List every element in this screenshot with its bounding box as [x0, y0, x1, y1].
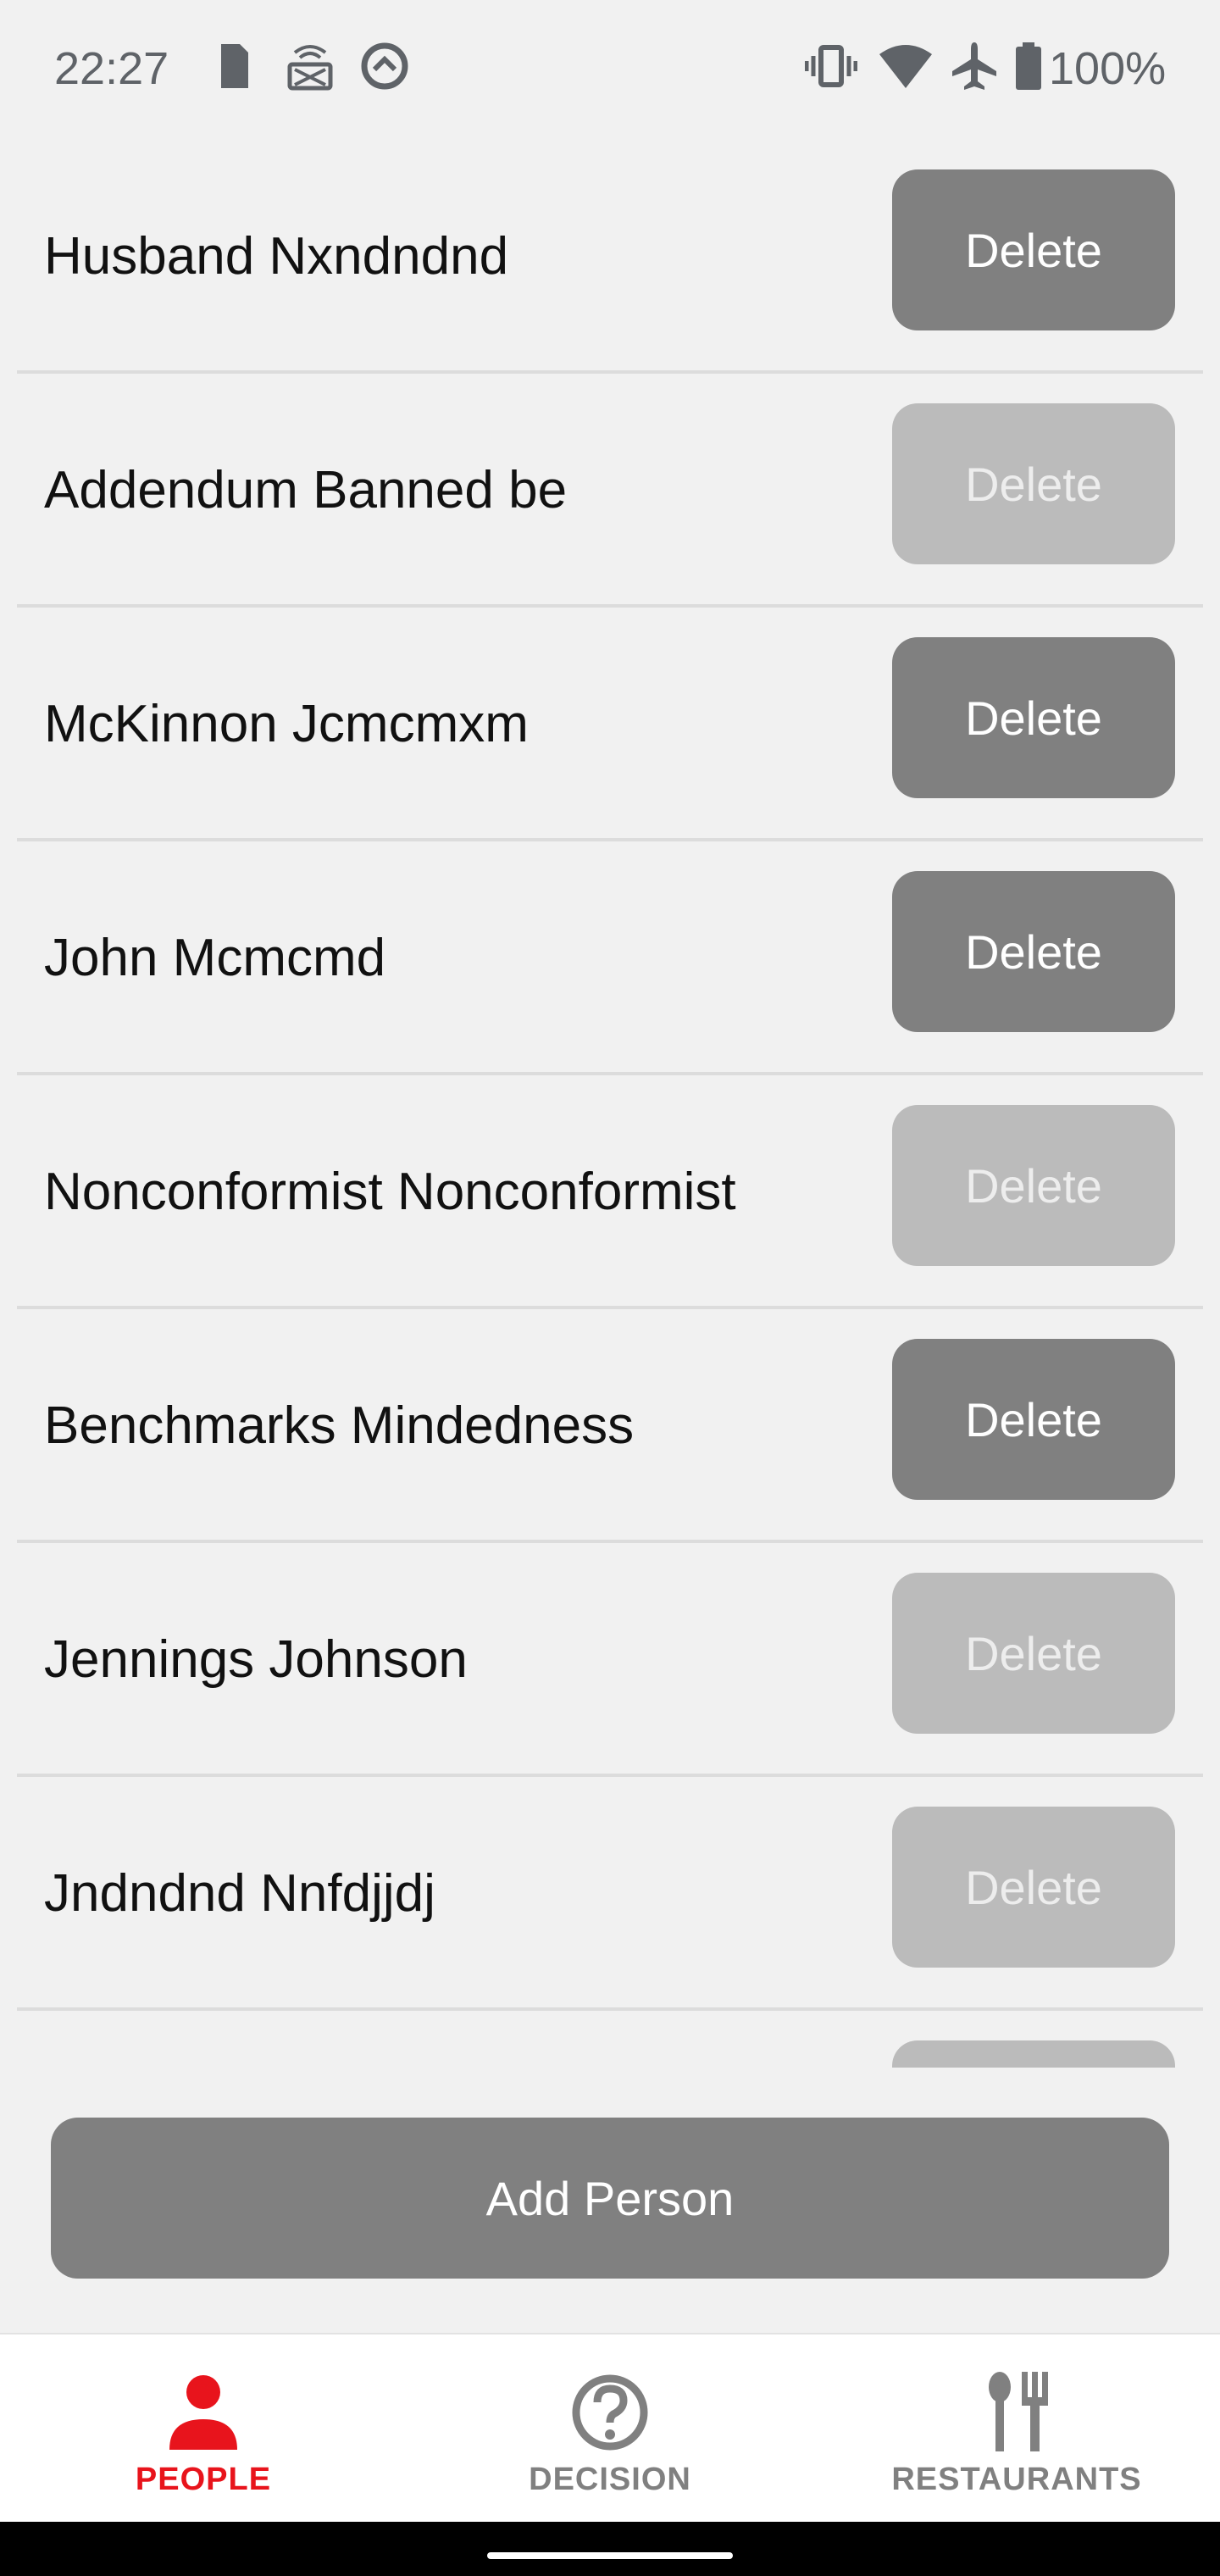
status-bar: 22:27 100% [0, 0, 1220, 140]
battery-percentage: 100% [1049, 43, 1167, 94]
person-name: Jndndnd Nnfdjjdj [44, 1864, 435, 1923]
home-gesture-handle[interactable] [487, 2552, 733, 2559]
delete-button[interactable] [892, 2040, 1175, 2068]
bottom-navigation: PEOPLE DECISION RESTAURANTS [0, 2333, 1220, 2523]
list-item: Jennings Johnson Delete [0, 1543, 1220, 1777]
nav-tab-decision[interactable]: DECISION [407, 2334, 813, 2523]
person-name: Nonconformist Nonconformist [44, 1163, 736, 1221]
list-item: Nonconformist Nonconformist Delete [0, 1075, 1220, 1309]
status-time: 22:27 [54, 43, 169, 94]
system-navigation-bar [0, 2522, 1220, 2576]
restaurant-icon [989, 2372, 1048, 2451]
delete-button[interactable]: Delete [892, 871, 1175, 1032]
nav-label-decision: DECISION [529, 2462, 691, 2497]
row-divider [17, 2007, 1203, 2011]
add-person-button[interactable]: Add Person [51, 2118, 1169, 2279]
delete-button[interactable]: Delete [892, 1105, 1175, 1266]
list-item: Benchmarks Mindedness Delete [0, 1309, 1220, 1543]
nav-tab-restaurants[interactable]: RESTAURANTS [813, 2334, 1220, 2523]
delete-button[interactable]: Delete [892, 1807, 1175, 1968]
person-name: Jennings Johnson [44, 1630, 468, 1689]
delete-button[interactable]: Delete [892, 1573, 1175, 1734]
person-name: McKinnon Jcmcmxm [44, 695, 529, 753]
list-item: John Mcmcmd Delete [0, 841, 1220, 1075]
nav-label-restaurants: RESTAURANTS [891, 2462, 1142, 2497]
person-name: John Mcmcmd [44, 929, 386, 987]
data-saver-icon [361, 42, 408, 90]
delete-button[interactable]: Delete [892, 1339, 1175, 1500]
delete-button[interactable]: Delete [892, 169, 1175, 330]
sim-icon [221, 44, 248, 88]
person-name: Benchmarks Mindedness [44, 1396, 635, 1455]
delete-button[interactable]: Delete [892, 637, 1175, 798]
nav-label-people: PEOPLE [135, 2462, 272, 2497]
battery-icon [1016, 42, 1041, 90]
person-name: Addendum Banned be [44, 461, 568, 519]
cast-icon [287, 45, 333, 91]
delete-button[interactable]: Delete [892, 403, 1175, 564]
wifi-icon [879, 45, 932, 88]
people-list[interactable]: Husband Nxndndnd Delete Addendum Banned be… [0, 140, 1220, 2068]
list-item: McKinnon Jcmcmxm Delete [0, 608, 1220, 841]
question-icon [572, 2374, 648, 2451]
list-item: Jndndnd Nnfdjjdj Delete [0, 1777, 1220, 2011]
airplane-icon [952, 42, 996, 90]
vibrate-icon [805, 45, 857, 87]
nav-tab-people[interactable]: PEOPLE [0, 2334, 407, 2523]
person-icon [169, 2375, 237, 2450]
list-item: Husband Nxndndnd Delete [0, 140, 1220, 374]
list-item: Addendum Banned be Delete [0, 374, 1220, 608]
person-name: Husband Nxndndnd [44, 227, 509, 286]
